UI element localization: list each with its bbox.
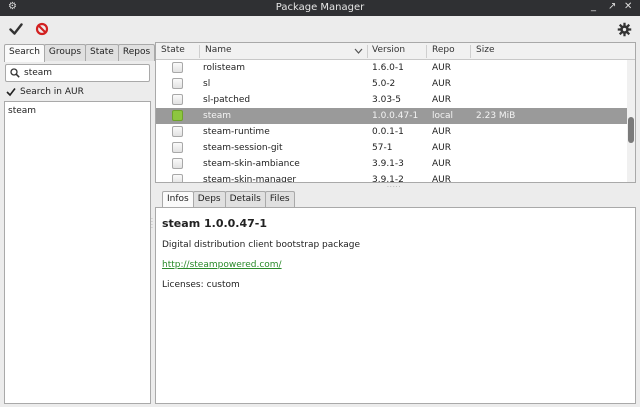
search-input[interactable] bbox=[22, 66, 146, 80]
column-divider[interactable] bbox=[426, 45, 427, 58]
package-name: steam bbox=[203, 111, 232, 121]
package-version: 1.0.0.47-1 bbox=[372, 111, 419, 121]
column-version[interactable]: Version bbox=[372, 45, 405, 55]
package-description: Digital distribution client bootstrap pa… bbox=[162, 240, 361, 250]
settings-button[interactable] bbox=[614, 19, 634, 39]
search-icon bbox=[10, 68, 20, 78]
state-checkbox[interactable] bbox=[172, 174, 183, 182]
package-repo: AUR bbox=[432, 79, 451, 89]
table-row[interactable]: steam-skin-ambiance 3.9.1-3 AUR bbox=[156, 156, 629, 172]
package-repo: AUR bbox=[432, 95, 451, 105]
maximize-icon[interactable]: ↗ bbox=[608, 1, 616, 12]
package-name: sl bbox=[203, 79, 211, 89]
details-tabs: Infos Deps Details Files bbox=[162, 191, 295, 209]
package-version: 1.6.0-1 bbox=[372, 63, 404, 73]
column-divider[interactable] bbox=[367, 45, 368, 58]
column-name[interactable]: Name bbox=[205, 45, 232, 55]
package-repo: local bbox=[432, 111, 453, 121]
package-version: 3.9.1-2 bbox=[372, 175, 404, 183]
package-name: steam-runtime bbox=[203, 127, 270, 137]
package-name: steam-session-git bbox=[203, 143, 283, 153]
package-name: sl-patched bbox=[203, 95, 251, 105]
gear-icon bbox=[617, 22, 631, 36]
search-in-aur-checkbox[interactable]: Search in AUR bbox=[6, 87, 84, 97]
column-state[interactable]: State bbox=[161, 45, 185, 55]
filter-tabs: Search Groups State Repos bbox=[4, 44, 156, 62]
table-row[interactable]: steam-runtime 0.0.1-1 AUR bbox=[156, 124, 629, 140]
package-repo: AUR bbox=[432, 63, 451, 73]
package-version: 5.0-2 bbox=[372, 79, 396, 89]
tab-state[interactable]: State bbox=[85, 44, 119, 61]
package-size: 2.23 MiB bbox=[476, 111, 516, 121]
tab-files[interactable]: Files bbox=[264, 191, 295, 208]
state-installed-checkbox[interactable] bbox=[172, 110, 183, 121]
state-checkbox[interactable] bbox=[172, 78, 183, 89]
checkmark-icon bbox=[6, 88, 16, 97]
splitter-handle[interactable]: · · · · bbox=[151, 217, 154, 232]
tab-details[interactable]: Details bbox=[224, 191, 266, 208]
package-repo: AUR bbox=[432, 127, 451, 137]
cancel-icon bbox=[35, 22, 49, 36]
search-box[interactable] bbox=[5, 64, 150, 82]
state-checkbox[interactable] bbox=[172, 62, 183, 73]
checkmark-icon bbox=[9, 23, 23, 35]
package-version: 57-1 bbox=[372, 143, 393, 153]
state-checkbox[interactable] bbox=[172, 158, 183, 169]
package-name: rolisteam bbox=[203, 63, 246, 73]
table-scrollbar[interactable] bbox=[627, 60, 635, 182]
package-repo: AUR bbox=[432, 175, 451, 183]
tab-search[interactable]: Search bbox=[4, 44, 45, 62]
package-title: steam 1.0.0.47-1 bbox=[162, 217, 268, 230]
window-title: Package Manager bbox=[275, 2, 365, 13]
splitter-handle[interactable]: ····· bbox=[387, 184, 402, 191]
table-row-selected[interactable]: steam 1.0.0.47-1 local 2.23 MiB bbox=[156, 108, 629, 124]
search-history-list[interactable]: steam bbox=[4, 101, 151, 404]
package-version: 0.0.1-1 bbox=[372, 127, 404, 137]
sort-chevron-down-icon bbox=[354, 48, 363, 54]
scrollbar-thumb[interactable] bbox=[628, 117, 634, 143]
package-url-link[interactable]: http://steampowered.com/ bbox=[162, 260, 282, 270]
licenses-value: custom bbox=[206, 280, 240, 290]
package-table: State Name Version Repo Size rolisteam 1… bbox=[155, 42, 636, 183]
package-info-panel: steam 1.0.0.47-1 Digital distribution cl… bbox=[155, 207, 636, 404]
apply-button[interactable] bbox=[6, 19, 26, 39]
state-checkbox[interactable] bbox=[172, 94, 183, 105]
tab-repos[interactable]: Repos bbox=[117, 44, 156, 61]
left-panel: Search Groups State Repos Search in AUR … bbox=[4, 42, 156, 404]
close-icon[interactable]: ✕ bbox=[624, 1, 632, 12]
toolbar bbox=[0, 16, 640, 42]
table-row[interactable]: sl-patched 3.03-5 AUR bbox=[156, 92, 629, 108]
licenses-label: Licenses: bbox=[162, 280, 204, 290]
state-checkbox[interactable] bbox=[172, 142, 183, 153]
column-divider[interactable] bbox=[199, 45, 200, 58]
package-licenses: Licenses: custom bbox=[162, 280, 240, 290]
column-divider[interactable] bbox=[470, 45, 471, 58]
column-repo[interactable]: Repo bbox=[432, 45, 455, 55]
table-header: State Name Version Repo Size bbox=[156, 43, 635, 60]
table-row[interactable]: rolisteam 1.6.0-1 AUR bbox=[156, 60, 629, 76]
list-item[interactable]: steam bbox=[8, 106, 36, 116]
table-row[interactable]: sl 5.0-2 AUR bbox=[156, 76, 629, 92]
package-version: 3.03-5 bbox=[372, 95, 402, 105]
tab-groups[interactable]: Groups bbox=[43, 44, 87, 61]
table-row[interactable]: steam-skin-manager 3.9.1-2 AUR bbox=[156, 172, 629, 183]
package-repo: AUR bbox=[432, 159, 451, 169]
minimize-icon[interactable]: _ bbox=[591, 1, 596, 12]
search-in-aur-label: Search in AUR bbox=[20, 87, 84, 97]
column-size[interactable]: Size bbox=[476, 45, 494, 55]
package-version: 3.9.1-3 bbox=[372, 159, 404, 169]
package-name: steam-skin-manager bbox=[203, 175, 297, 183]
package-name: steam-skin-ambiance bbox=[203, 159, 300, 169]
table-row[interactable]: steam-session-git 57-1 AUR bbox=[156, 140, 629, 156]
state-checkbox[interactable] bbox=[172, 126, 183, 137]
title-bar: ⚙ Package Manager _ ↗ ✕ bbox=[0, 0, 640, 16]
tab-deps[interactable]: Deps bbox=[192, 191, 226, 208]
package-repo: AUR bbox=[432, 143, 451, 153]
cancel-button[interactable] bbox=[32, 19, 52, 39]
